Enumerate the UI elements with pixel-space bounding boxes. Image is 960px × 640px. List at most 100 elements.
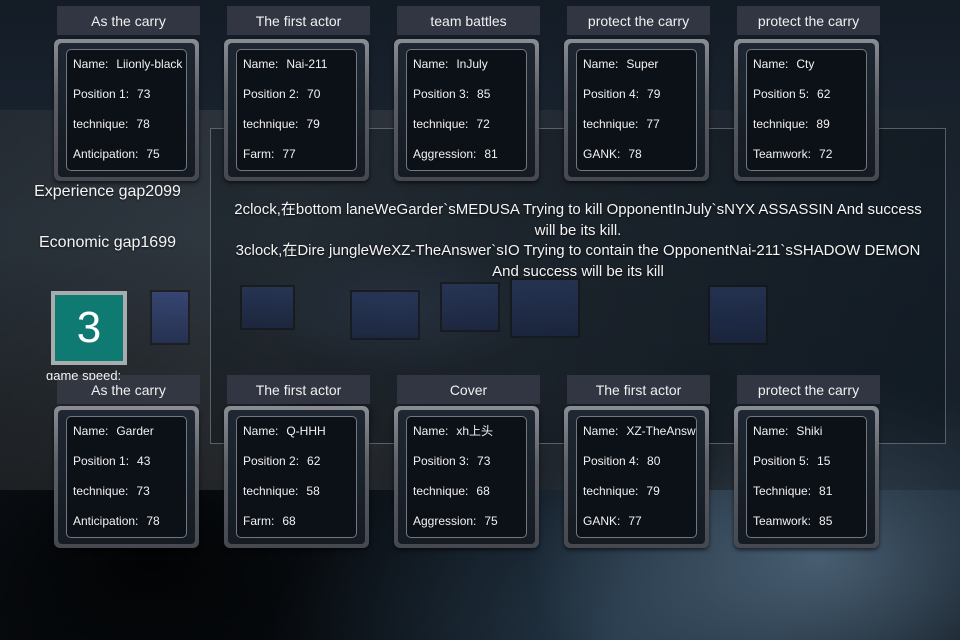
stat-row: Position 3: 73 <box>413 454 526 484</box>
event-log: 2clock,在bottom laneWeGarder`sMEDUSA Tryi… <box>222 200 934 282</box>
background-monitor <box>150 290 190 345</box>
stat-label: GANK: <box>583 514 621 528</box>
stat-value: 79 <box>306 117 320 131</box>
stat-label: Name: <box>243 57 279 71</box>
stat-value: XZ-TheAnsw <box>626 424 696 438</box>
stat-value: Q-HHH <box>286 424 326 438</box>
stat-value: 79 <box>646 484 660 498</box>
stat-label: Position 4: <box>583 454 640 468</box>
stat-value: 81 <box>819 484 833 498</box>
stat-label: Name: <box>243 424 279 438</box>
stat-value: 75 <box>146 147 160 161</box>
player-card[interactable]: Name: Liionly-black Position 1: 73 technique… <box>54 39 199 181</box>
stat-row: Teamwork: 85 <box>753 514 866 544</box>
stat-row: Position 2: 62 <box>243 454 356 484</box>
player-card[interactable]: Name: XZ-TheAnsw Position 4: 80 technique: 79… <box>564 406 709 548</box>
stat-label: Farm: <box>243 514 275 528</box>
stat-value: 73 <box>136 484 150 498</box>
role-tab: Cover <box>397 375 540 404</box>
role-label: As the carry <box>91 381 166 398</box>
stat-row: Position 5: 62 <box>753 87 866 117</box>
stat-label: Technique: <box>753 484 812 498</box>
player-card[interactable]: Name: Q-HHH Position 2: 62 technique: 58 Farm:… <box>224 406 369 548</box>
stat-value: Garder <box>116 424 154 438</box>
stat-row: Position 1: 73 <box>73 87 186 117</box>
card-frame: Name: XZ-TheAnsw Position 4: 80 technique: 79… <box>568 410 705 544</box>
stat-label: Position 3: <box>413 454 470 468</box>
stat-list: Name: XZ-TheAnsw Position 4: 80 technique: 79… <box>576 416 697 538</box>
role-label: protect the carry <box>757 12 860 29</box>
card-frame: Name: xh上头 Position 3: 73 technique: 68 Aggres… <box>398 410 535 544</box>
event-line: 3clock,在Dire jungleWeXZ-TheAnswer`sIO Tr… <box>235 242 921 280</box>
stat-label: technique: <box>583 484 639 498</box>
stat-list: Name: Nai-211 Position 2: 70 technique: 79 Far… <box>236 49 357 171</box>
stat-row: Name: XZ-TheAnsw <box>583 424 696 454</box>
stat-value: 62 <box>307 454 321 468</box>
stat-row: Name: Liionly-black <box>73 57 186 87</box>
stat-row: Name: Shiki <box>753 424 866 454</box>
game-speed-button[interactable]: 3 <box>51 291 127 365</box>
stat-row: technique: 78 <box>73 117 186 147</box>
game-speed-label: game speed: <box>46 368 122 380</box>
stat-value: Shiki <box>796 424 823 438</box>
stat-label: Name: <box>413 424 449 438</box>
stat-row: Name: Cty <box>753 57 866 87</box>
stat-value: 58 <box>306 484 320 498</box>
stat-row: GANK: 77 <box>583 514 696 544</box>
stat-label: Position 1: <box>73 454 130 468</box>
player-card[interactable]: Name: InJuly Position 3: 85 technique: 72 Aggr… <box>394 39 539 181</box>
card-frame: Name: Cty Position 5: 62 technique: 89 Teamwor… <box>738 43 875 177</box>
stat-row: Name: Super <box>583 57 696 87</box>
stat-label: technique: <box>73 117 129 131</box>
stat-row: Name: Nai-211 <box>243 57 356 87</box>
role-label: protect the carry <box>757 381 860 398</box>
role-label: The first actor <box>255 381 342 398</box>
player-card[interactable]: Name: Cty Position 5: 62 technique: 89 Teamwor… <box>734 39 879 181</box>
player-card[interactable]: Name: Garder Position 1: 43 technique: 73 Anti… <box>54 406 199 548</box>
stat-label: Position 5: <box>753 87 810 101</box>
stat-list: Name: Q-HHH Position 2: 62 technique: 58 Farm:… <box>236 416 357 538</box>
stat-label: Name: <box>583 57 619 71</box>
stat-label: Name: <box>583 424 619 438</box>
stat-value: 85 <box>477 87 491 101</box>
stat-row: Aggression: 75 <box>413 514 526 544</box>
stat-label: Aggression: <box>413 147 477 161</box>
stat-value: 79 <box>647 87 661 101</box>
stat-row: Name: xh上头 <box>413 424 526 454</box>
stat-row: Farm: 77 <box>243 147 356 177</box>
stat-row: Aggression: 81 <box>413 147 526 177</box>
stat-label: Farm: <box>243 147 275 161</box>
stat-row: Teamwork: 72 <box>753 147 866 177</box>
stat-label: Anticipation: <box>73 147 139 161</box>
stat-label: technique: <box>243 117 299 131</box>
stat-label: technique: <box>73 484 129 498</box>
stat-value: 80 <box>647 454 661 468</box>
stat-value: 43 <box>137 454 151 468</box>
stat-label: Teamwork: <box>753 147 812 161</box>
stat-value: 78 <box>628 147 642 161</box>
stat-value: 81 <box>484 147 498 161</box>
stat-row: Position 4: 80 <box>583 454 696 484</box>
player-card[interactable]: Name: xh上头 Position 3: 73 technique: 68 Aggres… <box>394 406 539 548</box>
stat-value: Cty <box>796 57 815 71</box>
stat-row: Name: InJuly <box>413 57 526 87</box>
stat-row: technique: 89 <box>753 117 866 147</box>
stat-value: 89 <box>816 117 830 131</box>
stat-row: technique: 68 <box>413 484 526 514</box>
card-frame: Name: Garder Position 1: 43 technique: 73 Anti… <box>58 410 195 544</box>
stat-value: 85 <box>819 514 833 528</box>
stat-row: technique: 79 <box>243 117 356 147</box>
role-label: team battles <box>430 12 507 29</box>
player-card[interactable]: Name: Nai-211 Position 2: 70 technique: 79 Far… <box>224 39 369 181</box>
stat-label: Position 3: <box>413 87 470 101</box>
player-card[interactable]: Name: Super Position 4: 79 technique: 77 GANK:… <box>564 39 709 181</box>
stat-row: Anticipation: 75 <box>73 147 186 177</box>
player-card[interactable]: Name: Shiki Position 5: 15 Technique: 81 Teamw… <box>734 406 879 548</box>
stat-row: technique: 72 <box>413 117 526 147</box>
stat-row: Technique: 81 <box>753 484 866 514</box>
card-frame: Name: Nai-211 Position 2: 70 technique: 79 Far… <box>228 43 365 177</box>
stat-value: 68 <box>282 514 296 528</box>
stat-row: technique: 77 <box>583 117 696 147</box>
role-tab: The first actor <box>227 6 370 35</box>
stat-value: 77 <box>646 117 660 131</box>
